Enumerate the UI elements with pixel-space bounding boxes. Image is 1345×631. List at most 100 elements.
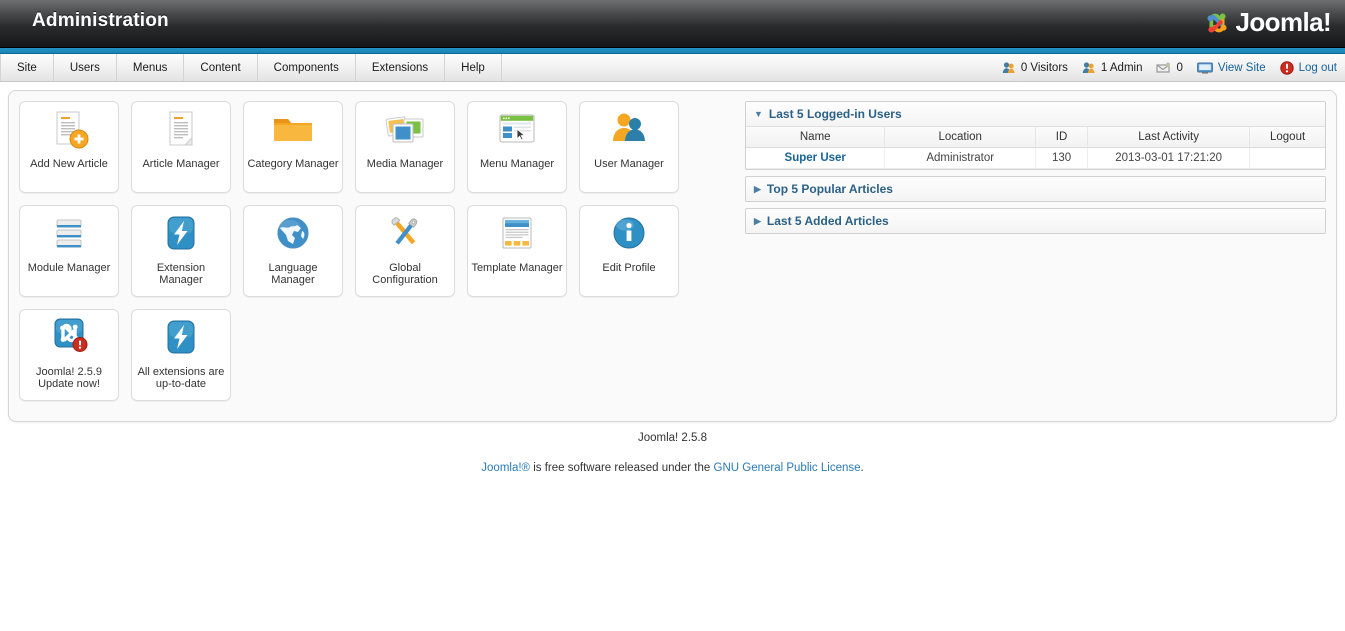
menu-item-menus[interactable]: Menus [117, 54, 185, 81]
menu-item-components[interactable]: Components [258, 54, 356, 81]
menu-item-users[interactable]: Users [54, 54, 117, 81]
quickicon-extensions-up-to-date[interactable]: All extensions are up-to-date [131, 309, 231, 401]
quickicon-label: Category Manager [247, 158, 339, 170]
monitor-icon [1196, 62, 1213, 74]
cell-last-activity: 2013-03-01 17:21:20 [1087, 147, 1251, 169]
cell-logout[interactable] [1249, 147, 1325, 169]
view-site-label: View Site [1217, 61, 1266, 74]
globe-icon [244, 206, 342, 262]
messages-label: 0 [1176, 61, 1183, 74]
menu-icon [468, 102, 566, 158]
chevron-down-icon: ▼ [754, 108, 763, 119]
table-row: Super User Administrator 130 2013-03-01 … [746, 147, 1325, 169]
module-top-popular-articles: ▶ Top 5 Popular Articles [745, 176, 1326, 202]
quickicon-joomla-update[interactable]: Joomla! 2.5.9 Update now! [19, 309, 119, 401]
quickicon-label: Add New Article [30, 158, 108, 170]
logout-icon [1279, 60, 1294, 75]
logged-in-users-table: Name Location ID Last Activity Logout Su… [746, 127, 1325, 169]
tools-icon [356, 206, 454, 262]
column-last-activity: Last Activity [1087, 127, 1251, 148]
bolt-icon [132, 206, 230, 262]
joomla-logo: Joomla! [1202, 7, 1332, 38]
quickicon-global-configuration[interactable]: Global Configuration [355, 205, 455, 297]
module-title: Top 5 Popular Articles [766, 182, 893, 196]
quickicon-media-manager[interactable]: Media Manager [355, 101, 455, 193]
page-title: Administration [32, 10, 169, 31]
menu-item-site[interactable]: Site [0, 54, 54, 81]
visitors-icon [1002, 61, 1016, 74]
menu-item-help[interactable]: Help [445, 54, 502, 81]
visitors-count: 0 Visitors [1002, 61, 1068, 74]
app-header: Administration Joomla! [0, 0, 1345, 48]
column-id: ID [1035, 127, 1089, 148]
quickicon-label: Global Configuration [372, 262, 438, 286]
quickicon-label: Edit Profile [602, 262, 656, 274]
column-logout: Logout [1249, 127, 1325, 148]
module-header-popular[interactable]: ▶ Top 5 Popular Articles [746, 177, 1325, 201]
quickicon-template-manager[interactable]: Template Manager [467, 205, 567, 297]
quickicon-menu-manager[interactable]: Menu Manager [467, 101, 567, 193]
visitors-label: 0 Visitors [1020, 61, 1068, 74]
quickicon-label: Module Manager [27, 262, 111, 274]
cpanel-modules: ▼ Last 5 Logged-in Users Name Location I… [745, 101, 1326, 411]
article-add-icon [20, 102, 118, 158]
quickicon-language-manager[interactable]: Language Manager [243, 205, 343, 297]
quickicon-label: Article Manager [142, 158, 220, 170]
folder-icon [244, 102, 342, 158]
quickicon-extension-manager[interactable]: Extension Manager [131, 205, 231, 297]
menu-item-extensions[interactable]: Extensions [356, 54, 446, 81]
template-icon [468, 206, 566, 262]
message-icon [1156, 62, 1171, 74]
module-title: Last 5 Logged-in Users [768, 107, 902, 121]
admins-count: 1 Admin [1082, 61, 1143, 74]
quickicon-category-manager[interactable]: Category Manager [243, 101, 343, 193]
module-last-logged-in-users: ▼ Last 5 Logged-in Users Name Location I… [745, 101, 1326, 170]
module-last-added-articles: ▶ Last 5 Added Articles [745, 208, 1326, 234]
quickicon-label: User Manager [594, 158, 664, 170]
joomla-version: Joomla! 2.5.8 [637, 432, 708, 444]
quickicon-label: Menu Manager [480, 158, 554, 170]
article-icon [132, 102, 230, 158]
info-icon [580, 206, 678, 262]
quickicon-label: Media Manager [366, 158, 444, 170]
bolt-icon [132, 310, 230, 366]
table-header-row: Name Location ID Last Activity Logout [746, 127, 1325, 148]
joomla-logo-text: Joomla! [1235, 7, 1332, 37]
column-location: Location [884, 127, 1036, 148]
module-title: Last 5 Added Articles [766, 214, 889, 228]
media-icon [356, 102, 454, 158]
gpl-license-link[interactable]: GNU General Public License [714, 462, 861, 474]
quickicon-module-manager[interactable]: Module Manager [19, 205, 119, 297]
user-link[interactable]: Super User [785, 152, 846, 164]
quickicon-label: Template Manager [471, 262, 563, 274]
messages-count[interactable]: 0 [1156, 61, 1183, 74]
license-suffix-text: . [860, 462, 864, 474]
cell-user-name: Super User [746, 147, 886, 169]
license-line: Joomla!® is free software released under… [0, 462, 1345, 474]
quickicon-add-new-article[interactable]: Add New Article [19, 101, 119, 193]
main-menubar: Site Users Menus Content Components Exte… [0, 54, 1345, 82]
view-site-link[interactable]: View Site [1196, 61, 1266, 74]
quick-icons-grid: Add New Article Article Manager Category… [19, 101, 735, 411]
quickicon-article-manager[interactable]: Article Manager [131, 101, 231, 193]
joomla-mark-icon [1202, 8, 1232, 38]
module-header-logged-in[interactable]: ▼ Last 5 Logged-in Users [746, 102, 1325, 127]
menu-items: Site Users Menus Content Components Exte… [0, 54, 502, 81]
admin-icon [1082, 61, 1096, 74]
joomla-registered-link[interactable]: Joomla!® [481, 462, 530, 474]
cell-location: Administrator [884, 147, 1036, 169]
module-header-added[interactable]: ▶ Last 5 Added Articles [746, 209, 1325, 233]
admins-label: 1 Admin [1100, 61, 1143, 74]
quickicon-user-manager[interactable]: User Manager [579, 101, 679, 193]
cell-id: 130 [1035, 147, 1089, 169]
quickicon-edit-profile[interactable]: Edit Profile [579, 205, 679, 297]
column-name: Name [746, 127, 886, 148]
status-bar: 0 Visitors 1 Admin 0 View Site Log out [1002, 54, 1337, 81]
license-middle-text: is free software released under the [530, 462, 714, 474]
logout-button[interactable]: Log out [1279, 60, 1337, 75]
chevron-right-icon: ▶ [754, 215, 761, 226]
menu-item-content[interactable]: Content [184, 54, 258, 81]
quickicon-label: Extension Manager [156, 262, 206, 286]
quickicon-label: Language Manager [268, 262, 318, 286]
page-footer: Joomla! 2.5.8 Joomla!® is free software … [0, 422, 1345, 474]
